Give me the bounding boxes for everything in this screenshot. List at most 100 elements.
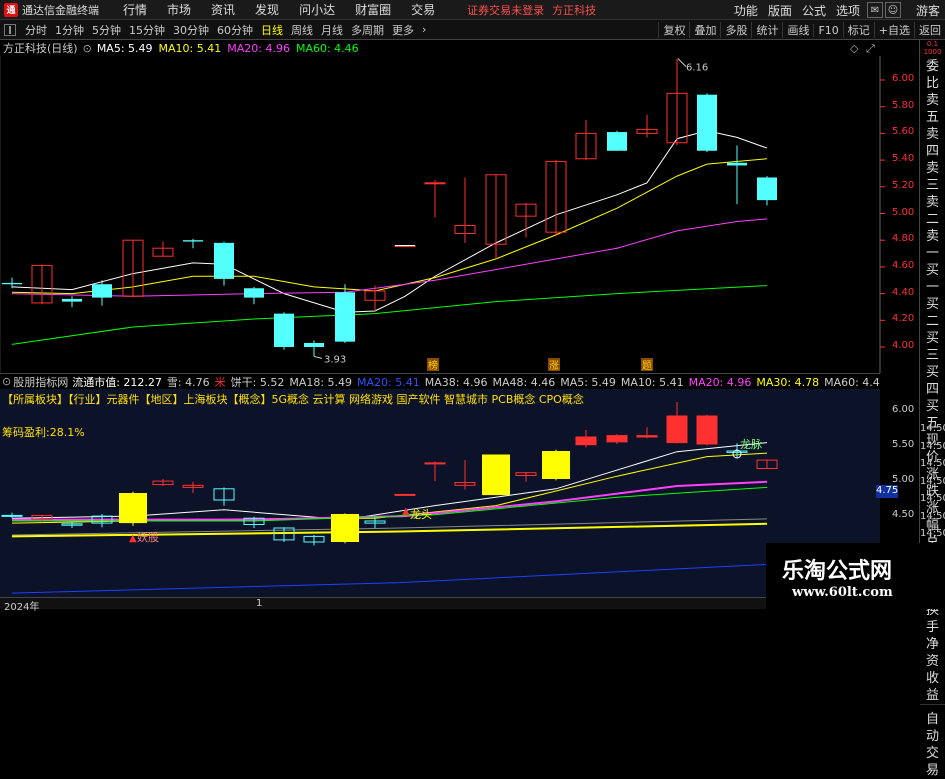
pause-icon[interactable]: ‖ — [4, 23, 16, 36]
candlestick-chart[interactable]: 6.16 3.93 榜 涨 题 — [0, 56, 919, 373]
settings-circle-icon[interactable]: ⊙ — [83, 42, 92, 55]
menu-discover[interactable]: 发现 — [245, 1, 289, 18]
signal-label-longtou: 龙头 — [410, 508, 432, 521]
price-tick: 4.60 — [892, 259, 915, 271]
year-label: 2024年 — [4, 602, 40, 613]
candle-down — [697, 94, 717, 151]
diamond-icon[interactable]: ◇ — [850, 42, 858, 55]
auto-trade-label[interactable]: 自动 — [920, 711, 945, 745]
indicator-name[interactable]: 股朋指标网 — [13, 374, 68, 389]
indicator-chart[interactable]: 妖股▲龙头▲龙脉 — [0, 389, 880, 597]
indicator-field: 米 — [214, 375, 226, 389]
sub-strong-line — [11, 522, 768, 538]
user-icon[interactable]: ☺ — [884, 2, 901, 18]
sidebar-label: 收益 — [925, 671, 939, 703]
indicator-field: MA20: 5.41 — [357, 375, 420, 389]
candle-down — [183, 240, 203, 242]
candle-down — [335, 292, 355, 342]
app-title: 通达信金融终端 — [22, 3, 99, 17]
period-1min[interactable]: 1分钟 — [51, 22, 88, 38]
watermark-url: www.60lt.com — [792, 585, 893, 600]
period-5min[interactable]: 5分钟 — [88, 22, 125, 38]
sub-candle-up — [575, 436, 597, 446]
period-more[interactable]: 更多 — [388, 22, 418, 38]
sidebar-label: 买二 — [925, 297, 939, 329]
stock-title: 方正科技(日线) — [3, 42, 78, 55]
price-tick: 5.80 — [892, 99, 915, 111]
candle-down — [2, 282, 22, 285]
message-icon[interactable]: ✉ — [866, 2, 883, 18]
btn-overlay[interactable]: 叠加 — [689, 22, 720, 38]
price-tick: 4.00 — [892, 340, 915, 351]
btn-back[interactable]: 返回 — [914, 22, 945, 38]
candle-down — [757, 177, 777, 201]
guest-label[interactable]: 游客 — [911, 2, 945, 19]
menu-function[interactable]: 功能 — [729, 2, 763, 19]
period-multi[interactable]: 多周期 — [347, 22, 388, 38]
indicator-header: ⊙ 股朋指标网 流通市值: 212.27 雪: 4.76 米饼干: 5.52 MA18… — [0, 373, 880, 389]
indicator-settings-icon[interactable]: ⊙ — [2, 375, 11, 388]
signal-arrow: ▲ — [402, 506, 410, 517]
indicator-tick: 5.50 — [892, 439, 915, 450]
time-tick: 14:50 — [920, 475, 945, 487]
menu-layout[interactable]: 版面 — [763, 2, 797, 19]
period-timeshare[interactable]: 分时 — [21, 22, 51, 38]
menu-formula[interactable]: 公式 — [797, 2, 831, 19]
sector-tags: 【所属板块】【行业】元器件【地区】上海板块【概念】5G概念 云计算 网络游戏 国… — [2, 393, 584, 406]
menu-quotes[interactable]: 行情 — [113, 1, 157, 18]
btn-restore-rights[interactable]: 复权 — [658, 22, 689, 38]
low-pointer — [313, 355, 323, 359]
expand-icon[interactable]: ⤢ — [866, 42, 875, 56]
time-tick: 14:50 — [920, 510, 945, 522]
period-monthly[interactable]: 月线 — [317, 22, 347, 38]
period-weekly[interactable]: 周线 — [287, 22, 317, 38]
time-tick: 14:50 — [920, 528, 945, 539]
title-bar: 通 通达信金融终端 行情 市场 资讯 发现 问小达 财富圈 交易 证券交易未登录… — [0, 0, 945, 20]
time-tick: 14:50 — [920, 423, 945, 434]
menu-trade[interactable]: 交易 — [401, 1, 445, 18]
ma60-line — [11, 285, 768, 345]
ma10-line — [11, 158, 768, 295]
btn-multi-stock[interactable]: 多股 — [720, 22, 751, 38]
ma5-value: MA5: 5.49 — [96, 41, 153, 55]
sidebar-label: 卖一 — [925, 229, 939, 261]
btn-f10[interactable]: F10 — [813, 23, 842, 37]
date-bar: 2024年 1 — [0, 597, 880, 613]
sidebar-label: 买四 — [925, 365, 939, 397]
watermark-title: 乐淘公式网 — [782, 558, 893, 584]
menu-ask[interactable]: 问小达 — [289, 1, 345, 18]
menu-market[interactable]: 市场 — [157, 1, 201, 18]
high-pointer — [677, 58, 687, 67]
candle-down — [727, 162, 747, 166]
stock-name-title: 方正科技 — [552, 3, 597, 17]
btn-statistics[interactable]: 统计 — [751, 22, 782, 38]
menu-wealth[interactable]: 财富圈 — [345, 1, 401, 18]
period-60min[interactable]: 60分钟 — [213, 22, 257, 38]
indicator-field: MA60: 4.46 — [824, 375, 880, 389]
menu-options[interactable]: 选项 — [831, 2, 865, 19]
period-15min[interactable]: 15分钟 — [125, 22, 169, 38]
btn-draw-line[interactable]: 画线 — [782, 22, 813, 38]
signal-label-yao: 妖股 — [137, 530, 159, 544]
candle-down — [304, 342, 324, 347]
period-30min[interactable]: 30分钟 — [169, 22, 213, 38]
period-toolbar: ‖ 分时 1分钟 5分钟 15分钟 30分钟 60分钟 日线 周线 月线 多周期… — [0, 20, 945, 40]
price-tick: 5.40 — [892, 153, 915, 165]
candle-down — [62, 298, 82, 302]
ma60-value: MA60: 4.46 — [295, 41, 359, 55]
period-daily[interactable]: 日线 — [257, 22, 287, 38]
menu-news[interactable]: 资讯 — [201, 1, 245, 18]
indicator-field: MA20: 4.96 — [688, 375, 752, 389]
candle-down — [244, 288, 264, 298]
main-chart-header: 方正科技(日线) ⊙ MA5: 5.49 MA10: 5.41 MA20: 4.… — [0, 40, 359, 56]
btn-mark[interactable]: 标记 — [842, 22, 874, 38]
candle-up — [424, 182, 446, 185]
indicator-tick: 5.00 — [892, 474, 915, 485]
price-tick: 4.80 — [892, 233, 915, 245]
chevron-right-icon[interactable]: › — [418, 23, 430, 36]
login-notice[interactable]: 证券交易未登录 — [467, 2, 544, 18]
sidebar-label: 卖四 — [925, 127, 939, 159]
auto-trade-label[interactable]: 交易 — [920, 745, 945, 779]
sidebar-label: 净资 — [925, 637, 939, 669]
btn-add-watchlist[interactable]: +自选 — [873, 22, 914, 38]
